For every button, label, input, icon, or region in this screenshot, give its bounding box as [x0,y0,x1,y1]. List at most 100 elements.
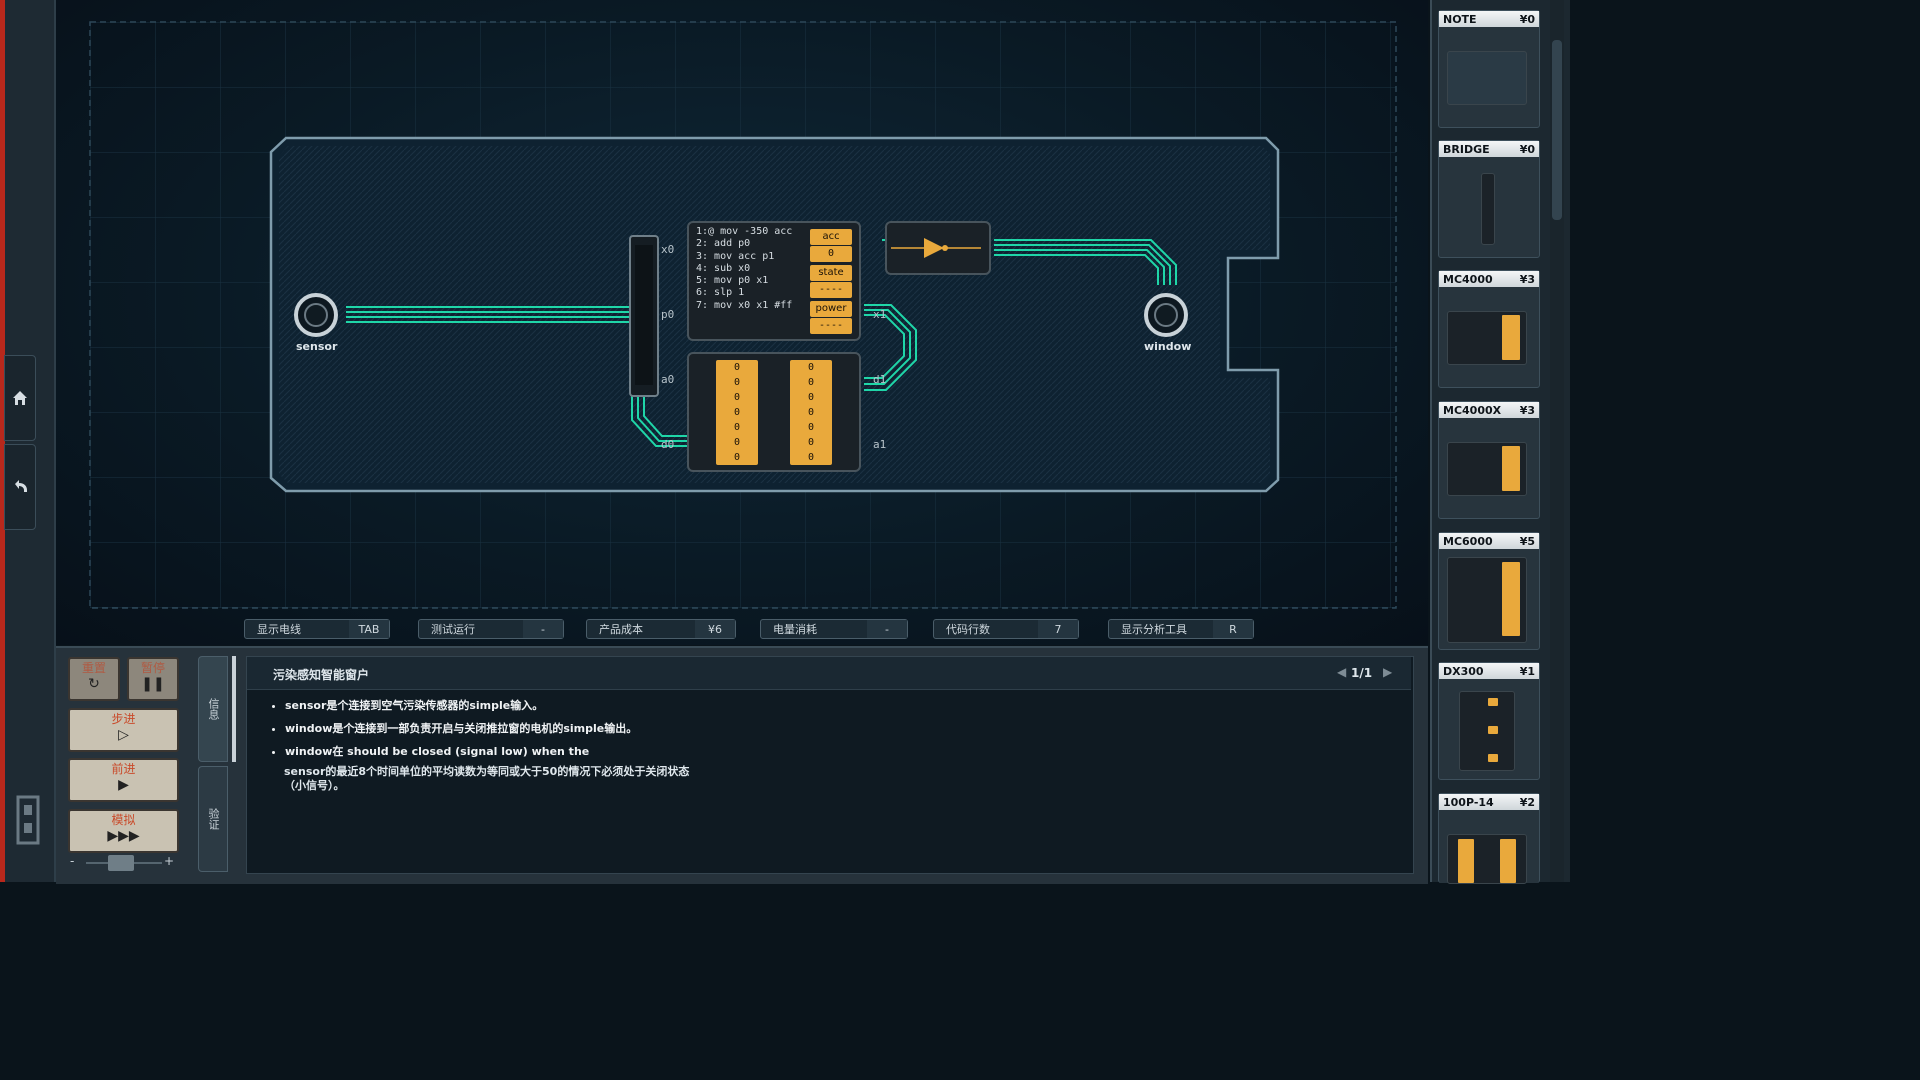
advance-button[interactable]: 前进 ▶ [68,758,179,802]
ram-cell: 0 [733,407,741,418]
code-line: 7: mov x0 x1 #ff [696,299,793,311]
code-line: 4: sub x0 [696,262,751,274]
palette-item-mc6000[interactable]: MC6000 ¥5 [1438,532,1540,650]
mc4000x-preview [1447,442,1527,496]
speed-plus[interactable]: + [164,854,174,868]
mc6000-code[interactable]: 1:@ mov -350 acc 2: add p0 3: mov acc p1… [696,226,792,312]
tab-info[interactable]: 信息 [198,656,228,762]
slider-handle[interactable] [108,855,134,871]
pause-icon: ❚❚ [141,676,165,692]
port-p0: p0 [661,308,675,321]
analysis-tool-toggle[interactable]: 显示分析工具 R [1108,619,1254,639]
status-label: 测试运行 [431,623,475,636]
sensor-label: sensor [296,340,338,353]
panel-tabs: 信息 验证 [198,656,228,876]
palette-name: BRIDGE [1443,142,1490,156]
test-run-status: 测试运行 - [418,619,564,639]
palette-item-mc4000x[interactable]: MC4000X ¥3 [1438,401,1540,519]
register-preview [1502,315,1520,360]
ram-cell: 0 [807,407,815,418]
show-wires-toggle[interactable]: 显示电线 TAB [244,619,390,639]
logo-icon [16,795,40,845]
circuit-board[interactable]: sensor window 1:@ mov -350 acc 2: add p0… [56,0,1428,645]
task-bullet: window是个连接到一部负责开启与关闭推拉窗的电机的simple输出。 [285,720,745,736]
palette-price: ¥3 [1519,403,1535,417]
next-page-icon[interactable]: ▶ [1383,665,1392,679]
mc6000-preview [1447,557,1527,643]
status-value: - [867,620,907,638]
simulate-button[interactable]: 模拟 ▶▶▶ [68,809,179,853]
speed-minus[interactable]: - [70,854,74,868]
register-value: 0 [810,246,852,262]
register-value: ---- [810,282,852,298]
reset-icon: ↻ [88,676,100,692]
palette-item-bridge[interactable]: BRIDGE ¥0 [1438,140,1540,258]
home-icon [13,391,27,405]
palette-item-dx300[interactable]: DX300 ¥1 [1438,662,1540,780]
pause-button[interactable]: 暂停 ❚❚ [127,657,179,701]
status-value: ¥6 [695,620,735,638]
memory-preview [1500,839,1516,883]
mc4000-preview [1447,311,1527,365]
port-x1: x1 [873,308,887,321]
code-lines-status: 代码行数 7 [933,619,1079,639]
step-button[interactable]: 步进 ▷ [68,708,179,752]
register-name: acc [810,229,852,245]
dx300-preview [1459,691,1515,771]
palette-price: ¥0 [1519,142,1535,156]
port-a1: a1 [873,438,887,451]
prev-page-icon[interactable]: ◀ [1337,665,1346,679]
ram-cell: 0 [733,452,741,463]
task-extra: sensor的最近8个时间单位的平均读数为等同或大于50的情况下必须处于关闭状态… [284,765,690,792]
undo-button[interactable] [4,444,36,530]
status-value: - [523,620,563,638]
page-indicator: 1/1 [1351,666,1373,680]
ram-cell: 0 [733,377,741,388]
bridge-preview [1481,173,1495,245]
status-value: TAB [349,620,389,638]
step-label: 步进 [111,712,136,726]
task-title: 污染感知智能窗户 [273,668,370,682]
undo-icon [15,480,27,492]
left-sidebar [0,0,56,882]
product-cost-status: 产品成本 ¥6 [586,619,736,639]
code-line: 1:@ mov -350 acc [696,226,793,237]
palette-price: ¥0 [1519,12,1535,26]
ram-column-b: 0 0 0 0 0 0 0 [790,360,832,465]
home-button[interactable] [4,355,36,441]
ram-cell: 0 [733,422,741,433]
palette-name: NOTE [1443,12,1477,26]
reset-button[interactable]: 重置 ↻ [68,657,120,701]
power-usage-status: 电量消耗 - [760,619,908,639]
palette-scrollbar[interactable] [1550,0,1564,882]
tab-verify[interactable]: 验证 [198,766,228,872]
code-line: 6: slp 1 [696,287,745,299]
reset-label: 重置 [81,661,106,675]
active-tab-indicator [232,656,236,762]
mc6000-registers: acc 0 state ---- power ---- [810,229,852,334]
speed-slider[interactable]: - + [66,854,178,872]
pause-label: 暂停 [140,661,165,675]
palette-item-mc4000[interactable]: MC4000 ¥3 [1438,270,1540,388]
code-line: 3: mov acc p1 [696,250,775,262]
register-name: power [810,301,852,317]
memory-preview [1458,839,1474,883]
status-bar: 显示电线 TAB 测试运行 - 产品成本 ¥6 电量消耗 - 代码行数 7 显示分析工具 R [56,612,1428,646]
port-x0: x0 [661,243,675,256]
gate-preview [1488,754,1498,762]
register-preview [1502,562,1520,636]
ram-cell: 0 [807,377,815,388]
status-label: 显示电线 [257,623,301,636]
register-value: ---- [810,318,852,334]
scrollbar-thumb[interactable] [1552,40,1562,220]
port-a0: a0 [661,373,675,386]
palette-item-note[interactable]: NOTE ¥0 [1438,10,1540,128]
palette-name: DX300 [1443,664,1484,678]
100p14-preview [1447,834,1527,884]
palette-name: 100P-14 [1443,795,1494,809]
palette-price: ¥1 [1519,664,1535,678]
palette-name: MC4000X [1443,403,1502,417]
palette-item-100p14[interactable]: 100P-14 ¥2 [1438,793,1540,884]
status-label: 代码行数 [946,623,990,636]
palette-price: ¥2 [1519,795,1535,809]
